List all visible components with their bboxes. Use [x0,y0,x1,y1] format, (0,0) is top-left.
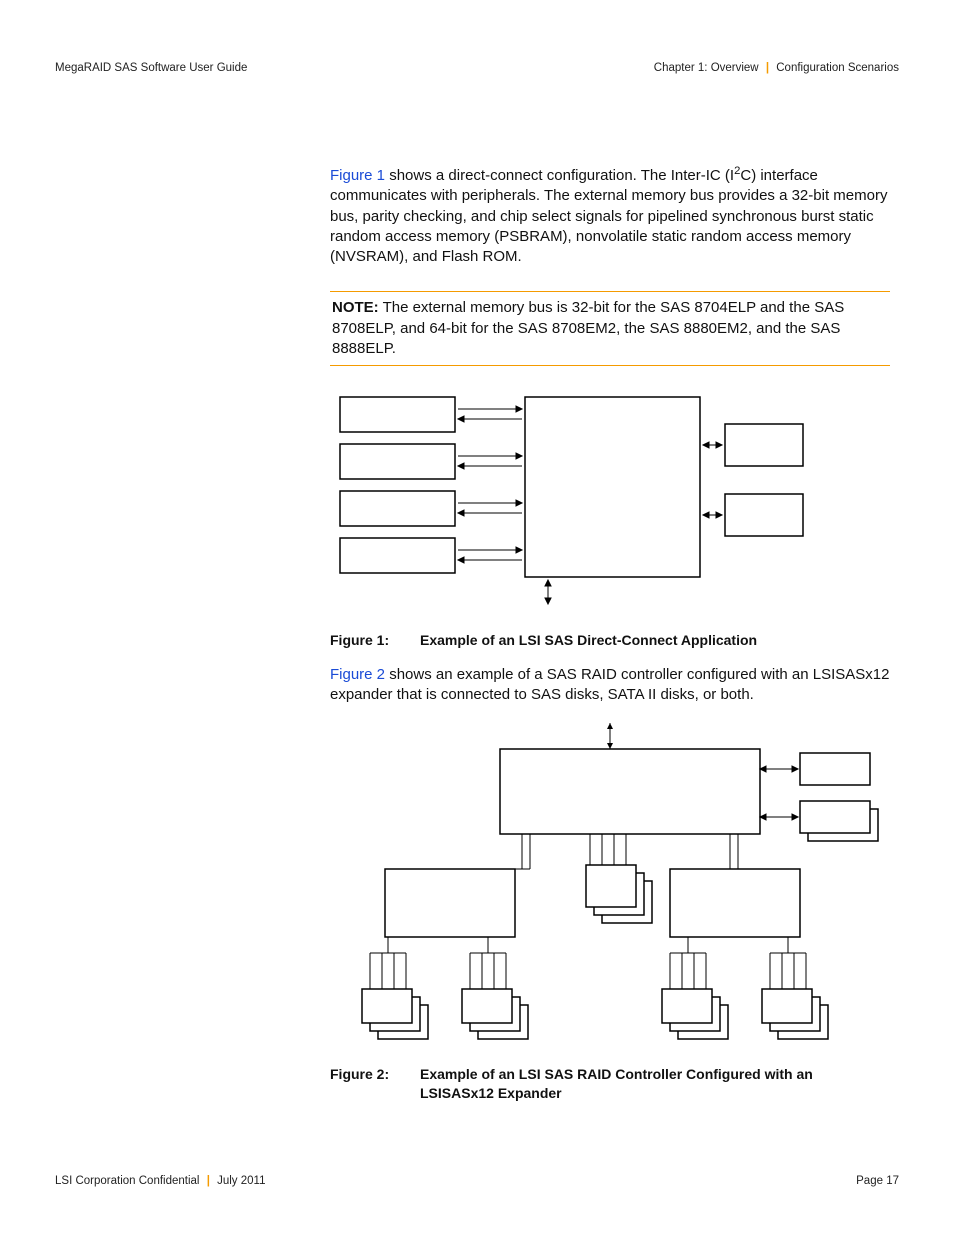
footer-right: Page 17 [856,1175,899,1187]
paragraph-2: Figure 2 shows an example of a SAS RAID … [330,665,890,706]
note-text: The external memory bus is 32-bit for th… [332,299,844,357]
header-chapter: Chapter 1: Overview [654,62,759,74]
para2-text: shows an example of a SAS RAID controlle… [330,666,889,703]
header-left: MegaRAID SAS Software User Guide [55,62,247,74]
header-right: Chapter 1: Overview | Configuration Scen… [654,62,899,74]
figure-1-title: Example of an LSI SAS Direct-Connect App… [420,631,890,650]
figure-2-title: Example of an LSI SAS RAID Controller Co… [420,1065,890,1103]
note-label: NOTE: [332,299,379,316]
figure-2-caption: Figure 2: Example of an LSI SAS RAID Con… [330,1065,890,1103]
figure-1-diagram [330,392,890,613]
figure-1-link[interactable]: Figure 1 [330,167,385,184]
para1-text-a: shows a direct-connect configuration. Th… [385,167,734,184]
separator-icon: | [203,1175,214,1187]
figure-2-link[interactable]: Figure 2 [330,666,385,683]
footer-confidential: LSI Corporation Confidential [55,1175,199,1187]
page-header: MegaRAID SAS Software User Guide Chapter… [55,62,899,74]
main-content: Figure 1 shows a direct-connect configur… [330,164,890,1103]
figure-1-label: Figure 1: [330,631,420,650]
page: MegaRAID SAS Software User Guide Chapter… [0,0,954,1235]
note-box: NOTE: The external memory bus is 32-bit … [330,291,890,366]
header-section: Configuration Scenarios [776,62,899,74]
figure-2-label: Figure 2: [330,1065,420,1103]
paragraph-1: Figure 1 shows a direct-connect configur… [330,164,890,267]
figure-2-diagram [330,721,890,1047]
separator-icon: | [762,62,773,74]
footer-left: LSI Corporation Confidential | July 2011 [55,1175,266,1187]
footer-date: July 2011 [217,1175,265,1187]
figure-1-caption: Figure 1: Example of an LSI SAS Direct-C… [330,631,890,650]
page-footer: LSI Corporation Confidential | July 2011… [55,1175,899,1187]
